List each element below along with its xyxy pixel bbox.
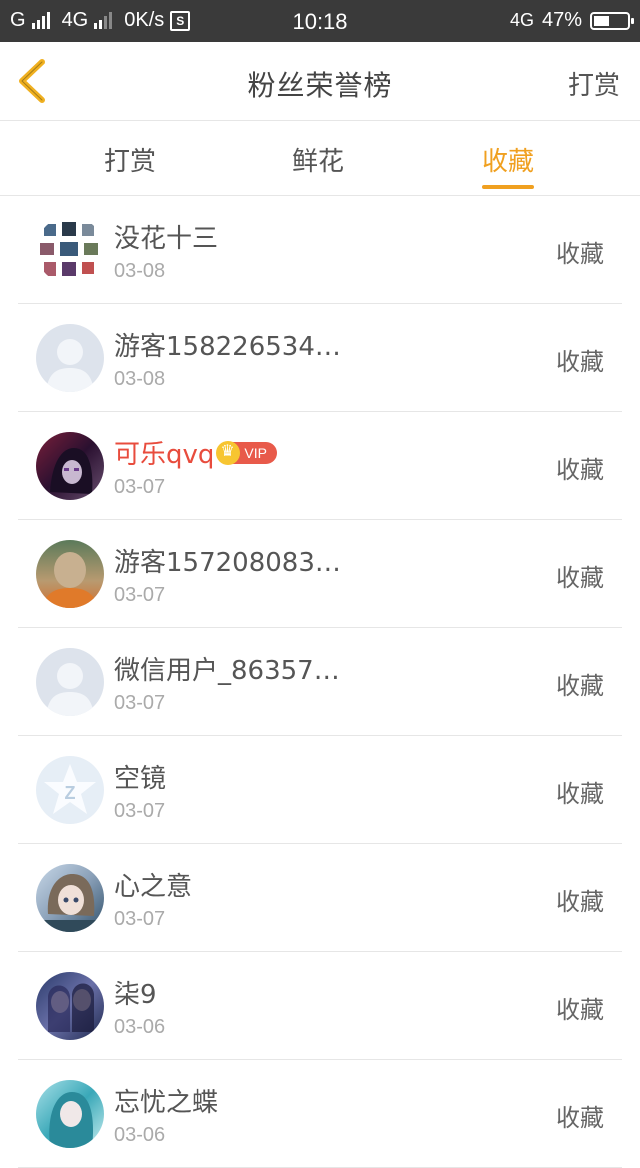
fan-row[interactable]: Z 空镜 03-07 收藏 (18, 736, 622, 844)
fan-action-label: 收藏 (556, 564, 604, 592)
page-title: 粉丝荣誉榜 (247, 69, 393, 102)
fan-name-text: 没花十三 (114, 224, 219, 254)
fan-name-text: 柒9 (114, 980, 157, 1010)
fan-action-label: 收藏 (556, 996, 604, 1024)
fan-date: 03-07 (114, 692, 166, 714)
fan-name: 忘忧之蝶 (114, 1082, 218, 1119)
network-type: 4G (509, 10, 534, 30)
fan-date: 03-07 (114, 476, 166, 498)
avatar[interactable] (36, 864, 104, 932)
fan-action-label: 收藏 (556, 672, 604, 700)
fan-row[interactable]: 游客157208083… 03-07 收藏 (18, 520, 622, 628)
fan-date: 03-07 (114, 800, 166, 822)
fan-action-label: 收藏 (556, 780, 604, 808)
fan-name: 微信用户_86357… (114, 650, 340, 687)
fan-row[interactable]: 微信用户_86357… 03-07 收藏 (18, 628, 622, 736)
battery-percent: 47% (541, 9, 582, 31)
fan-name: 游客158226534… (114, 326, 341, 363)
tab-reward[interactable]: 打赏 (104, 141, 156, 178)
fan-date: 03-06 (114, 1124, 166, 1146)
fan-action-label: 收藏 (556, 240, 604, 268)
fan-name: 没花十三 (114, 218, 218, 255)
fan-name: 空镜 (114, 758, 166, 795)
fan-date: 03-06 (114, 1016, 166, 1038)
tab-label: 打赏 (104, 147, 157, 177)
fan-row[interactable]: 柒9 03-06 收藏 (18, 952, 622, 1060)
fan-name-text: 游客157208083… (114, 548, 341, 578)
active-tab-indicator (482, 185, 535, 189)
fan-date: 03-08 (114, 368, 166, 390)
tab-bar: 打赏 鲜花 收藏 (0, 121, 640, 196)
fan-row[interactable]: 忘忧之蝶 03-06 收藏 (18, 1060, 622, 1168)
avatar[interactable] (36, 648, 104, 716)
fan-list: 没花十三03-08收藏游客158226534…03-08收藏可乐qvqVIP03… (0, 196, 640, 1168)
fan-name-text: 心之意 (114, 872, 193, 902)
fan-date: 03-08 (114, 260, 166, 282)
fan-name: 可乐qvqVIP (114, 434, 277, 471)
fan-action-label: 收藏 (556, 1104, 604, 1132)
avatar[interactable] (36, 540, 104, 608)
fan-date: 03-07 (114, 908, 166, 930)
tab-label: 收藏 (482, 147, 535, 177)
reward-button[interactable]: 打赏 (568, 65, 620, 102)
fan-row[interactable]: 心之意 03-07 收藏 (18, 844, 622, 952)
avatar[interactable]: Z (36, 756, 104, 824)
fan-name-text: 忘忧之蝶 (114, 1088, 219, 1118)
fan-row[interactable]: 可乐qvqVIP 03-07 收藏 (18, 412, 622, 520)
tab-flowers[interactable]: 鲜花 (292, 141, 344, 178)
fan-name: 柒9 (114, 974, 157, 1011)
fan-action-label: 收藏 (556, 348, 604, 376)
avatar[interactable] (36, 972, 104, 1040)
tab-label: 鲜花 (292, 147, 345, 177)
tab-favorites[interactable]: 收藏 (482, 141, 535, 189)
fan-action-label: 收藏 (556, 456, 604, 484)
fan-row[interactable]: 游客158226534… 03-08 收藏 (18, 304, 622, 412)
fan-name-text: 可乐qvq (114, 440, 215, 470)
svg-text:Z: Z (65, 783, 76, 803)
fan-name: 心之意 (114, 866, 192, 903)
fan-name: 游客157208083… (114, 542, 341, 579)
fan-action-label: 收藏 (556, 888, 604, 916)
app-header: 粉丝荣誉榜 打赏 (0, 42, 640, 121)
fan-date: 03-07 (114, 584, 166, 606)
vip-badge: VIP (216, 440, 277, 465)
avatar[interactable] (36, 432, 104, 500)
battery-icon (590, 11, 634, 30)
fan-row[interactable]: 没花十三 03-08 收藏 (18, 196, 622, 304)
fan-name-text: 空镜 (114, 764, 167, 794)
avatar[interactable] (36, 324, 104, 392)
fan-name-text: 微信用户_86357… (114, 656, 340, 686)
avatar[interactable] (36, 216, 104, 284)
fan-name-text: 游客158226534… (114, 332, 341, 362)
crown-icon (216, 440, 241, 465)
status-bar: G 4G 0K/s S 10:18 4G 47% (0, 0, 640, 42)
